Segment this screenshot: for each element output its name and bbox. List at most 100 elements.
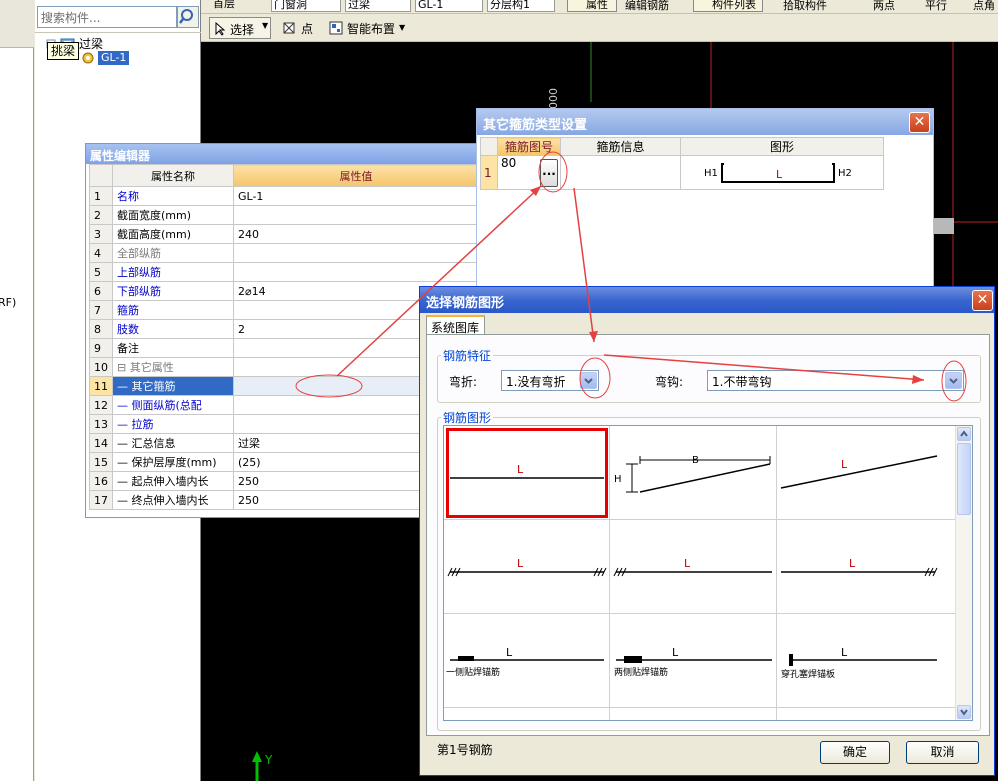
shape-cell-3[interactable]: L (777, 426, 957, 520)
property-row-num: 16 (89, 471, 113, 491)
property-row[interactable]: 3 截面高度(mm) 240 (89, 224, 479, 244)
edit-rebar-button[interactable]: 编辑钢筋 (625, 0, 669, 13)
component-select[interactable]: GL-1 (415, 0, 483, 12)
property-row-num: 17 (89, 490, 113, 510)
shape-cell-1[interactable]: L (444, 426, 610, 520)
shape-cell-7[interactable]: L 一侧贴焊锚筋 (444, 614, 610, 708)
stirrup-shape-no-cell[interactable]: 80 ... (497, 155, 561, 190)
property-value[interactable] (233, 262, 479, 282)
shape-cell-partial (610, 708, 777, 720)
property-row-num: 9 (89, 338, 113, 358)
chevron-down-icon: ▼ (399, 23, 406, 32)
tree-item-gl-1[interactable]: GL-1 (98, 51, 130, 65)
property-row-num: 7 (89, 300, 113, 320)
property-name: 全部纵筋 (112, 243, 234, 263)
point-button[interactable]: 点 (301, 20, 313, 37)
property-row[interactable]: 4 全部纵筋 (89, 243, 479, 263)
left-panel-header (0, 0, 34, 48)
tree-root-label[interactable]: 过梁 (79, 35, 103, 52)
shape-cell-4[interactable]: L (444, 520, 610, 614)
property-name: 名称 (112, 186, 234, 206)
component-list-button[interactable]: 构件列表 (693, 0, 763, 12)
property-name: — 终点伸入墙内长 (112, 490, 234, 510)
shape-9-caption: 穿孔塞焊锚板 (781, 668, 835, 680)
shape-cell-5[interactable]: L (610, 520, 777, 614)
pick-component-button[interactable]: 拾取构件 (783, 0, 827, 13)
category-select[interactable]: 门窗洞 (271, 0, 341, 12)
bend-label: 弯折: (449, 375, 478, 389)
type-select[interactable]: 过梁 (345, 0, 411, 12)
shape-cell-9[interactable]: L 穿孔塞焊锚板 (777, 614, 957, 708)
h1-label: H1 (704, 168, 718, 179)
close-icon: ✕ (976, 292, 989, 308)
shape-sloped-bh: H B (614, 455, 771, 493)
toolbar-draw: 选择 ▼ 点 智能布置 ▼ (201, 14, 998, 42)
l-label: L (776, 168, 783, 181)
stirrup-info-cell[interactable] (560, 155, 681, 190)
rebar-shape-dialog: 选择钢筋图形 ✕ 系统图库 钢筋特征 弯折: 1.没有弯折 弯钩: 1.不带弯钩… (419, 286, 995, 776)
stirrup-close-button[interactable]: ✕ (909, 112, 930, 133)
toolbar-top: 首层 门窗洞 过梁 GL-1 分层构1 属性 编辑钢筋 构件列表 拾取构件 两点… (201, 0, 998, 14)
feature-group-label: 钢筋特征 (441, 347, 494, 364)
scroll-up-button[interactable] (957, 427, 971, 441)
shape-cell-2[interactable]: H B (610, 426, 777, 520)
property-name: — 起点伸入墙内长 (112, 471, 234, 491)
property-value[interactable] (233, 205, 479, 225)
layer-select[interactable]: 分层构1 (487, 0, 555, 12)
chevron-down-icon: ▼ (262, 21, 269, 30)
floor-select[interactable]: 首层 (211, 0, 261, 12)
bend-value: 1.没有弯折 (506, 375, 566, 389)
stirrup-type-dialog: 其它箍筋类型设置 ✕ 箍筋图号 箍筋信息 图形 1 80 ... H1 L H2 (476, 108, 934, 290)
shape-cell-8[interactable]: L 两侧贴焊锚筋 (610, 614, 777, 708)
cancel-button[interactable]: 取消 (906, 741, 979, 764)
ellipsis-button[interactable]: ... (540, 159, 558, 187)
property-row[interactable]: 2 截面宽度(mm) (89, 205, 479, 225)
bend-select[interactable]: 1.没有弯折 (501, 370, 599, 391)
point-icon (283, 22, 295, 34)
property-row-num: 1 (89, 186, 113, 206)
property-name: 上部纵筋 (112, 262, 234, 282)
shape-5-l: L (684, 557, 691, 570)
property-name: — 侧面纵筋(总配 (112, 395, 234, 415)
property-value[interactable]: GL-1 (233, 186, 479, 206)
shape-dialog-title: 选择钢筋图形 (420, 287, 994, 313)
shape-8-caption: 两侧贴焊锚筋 (614, 666, 668, 678)
property-name: 下部纵筋 (112, 281, 234, 301)
shape-close-button[interactable]: ✕ (972, 290, 993, 311)
scroll-down-button[interactable] (957, 705, 971, 719)
shape-3-l: L (841, 458, 848, 471)
property-row-num: 13 (89, 414, 113, 434)
property-name: 箍筋 (112, 300, 234, 320)
search-button[interactable] (177, 6, 199, 28)
property-name: 截面高度(mm) (112, 224, 234, 244)
scroll-thumb[interactable] (957, 443, 971, 515)
tab-system-library[interactable]: 系统图库 (426, 315, 485, 335)
h2-label: H2 (838, 168, 852, 179)
gallery-scrollbar[interactable] (955, 426, 972, 720)
hook-value: 1.不带弯钩 (712, 375, 772, 389)
ok-button[interactable]: 确定 (820, 741, 890, 764)
property-value[interactable]: 240 (233, 224, 479, 244)
parallel-button[interactable]: 平行 (925, 0, 947, 13)
stirrup-figure-cell: H1 L H2 (680, 155, 884, 190)
col-header-value: 属性值 (233, 164, 479, 187)
point-angle-button[interactable]: 点角 (973, 0, 995, 13)
property-name: 截面宽度(mm) (112, 205, 234, 225)
smart-layout-button[interactable]: 智能布置 (347, 20, 395, 37)
property-row[interactable]: 5 上部纵筋 (89, 262, 479, 282)
property-name: — 保护层厚度(mm) (112, 452, 234, 472)
col-figure: 图形 (680, 137, 884, 156)
property-row[interactable]: 1 名称 GL-1 (89, 186, 479, 206)
search-input[interactable]: 搜索构件... (37, 6, 177, 28)
two-points-button[interactable]: 两点 (873, 0, 895, 13)
hook-select[interactable]: 1.不带弯钩 (707, 370, 964, 391)
shape-group-label: 钢筋图形 (441, 409, 494, 426)
shape-2-h: H (614, 474, 622, 485)
attribute-button[interactable]: 属性 (567, 0, 617, 12)
property-value[interactable] (233, 243, 479, 263)
chevron-down-icon (945, 372, 962, 389)
shape-cell-6[interactable]: L (777, 520, 957, 614)
smart-layout-icon (329, 21, 343, 35)
cursor-arrow-icon (215, 22, 226, 36)
select-button[interactable]: 选择 ▼ (209, 17, 271, 39)
